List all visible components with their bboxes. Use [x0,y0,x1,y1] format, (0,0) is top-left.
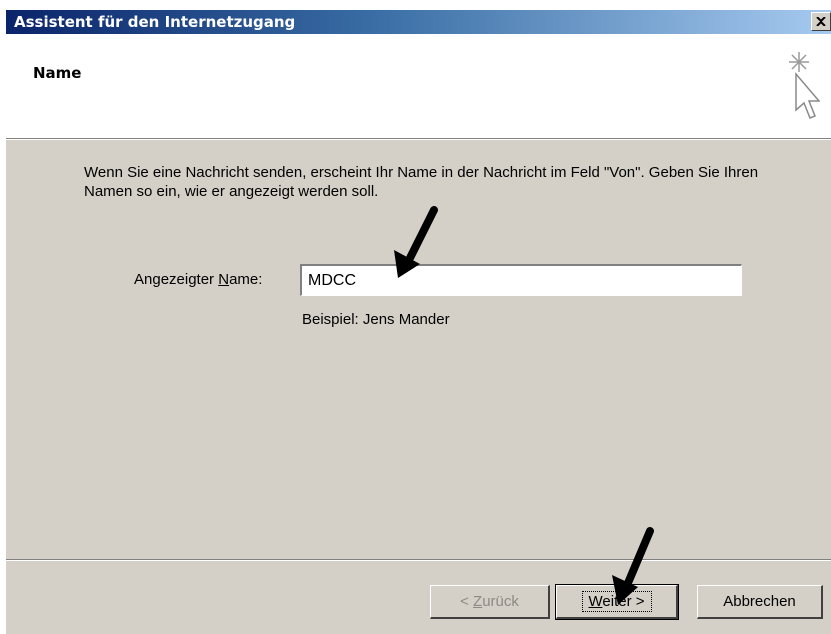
display-name-label: Angezeigter Name: [134,271,263,288]
annotation-arrow-input [394,206,438,278]
example-text: Beispiel: Jens Mander [302,311,450,328]
header-separator [6,138,831,140]
wizard-sparkle-cursor-icon [789,52,820,119]
display-name-input[interactable] [300,264,742,296]
wizard-header: Name [6,34,831,138]
window-title: Assistent für den Internetzugang [14,13,296,31]
footer-separator [6,559,831,561]
back-button[interactable]: < Zurück [430,585,550,619]
close-icon [816,17,826,26]
close-button[interactable] [811,12,831,31]
description-text: Wenn Sie eine Nachricht senden, erschein… [84,164,759,200]
access-key-n: N [218,271,230,288]
title-bar[interactable]: Assistent für den Internetzugang [6,10,831,34]
wizard-window: Assistent für den Internetzugang Name We… [6,10,831,634]
cancel-button[interactable]: Abbrechen [697,585,823,619]
annotation-arrow-next [612,527,654,605]
page-title: Name [33,64,82,82]
